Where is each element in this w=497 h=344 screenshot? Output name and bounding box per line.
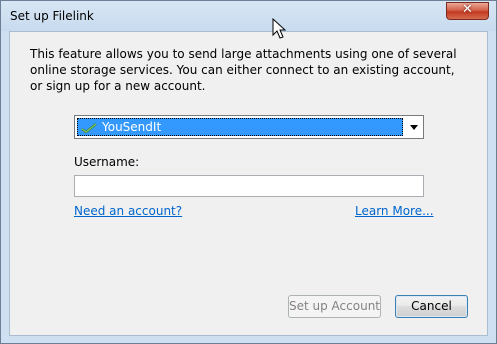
dialog-window: Set up Filelink ✕ This feature allows yo…	[0, 0, 497, 344]
username-input[interactable]	[74, 175, 424, 197]
yousendit-check-icon	[81, 123, 97, 133]
window-title: Set up Filelink	[10, 9, 94, 23]
provider-dropdown[interactable]: YouSendIt	[74, 115, 424, 139]
setup-account-button[interactable]: Set up Account	[288, 295, 381, 318]
learn-more-link[interactable]: Learn More...	[355, 204, 434, 218]
provider-selected-item: YouSendIt	[77, 118, 403, 136]
chevron-down-icon[interactable]	[408, 121, 420, 133]
username-label: Username:	[74, 155, 140, 169]
close-icon: ✕	[462, 2, 473, 17]
dialog-content: This feature allows you to send large at…	[9, 31, 488, 336]
cancel-button[interactable]: Cancel	[395, 295, 468, 318]
provider-label: YouSendIt	[102, 120, 162, 134]
close-button[interactable]: ✕	[446, 2, 489, 20]
mouse-cursor-icon	[272, 18, 286, 39]
title-bar[interactable]: Set up Filelink ✕	[1, 1, 496, 31]
description-text: This feature allows you to send large at…	[30, 47, 457, 93]
need-account-link[interactable]: Need an account?	[74, 204, 182, 218]
